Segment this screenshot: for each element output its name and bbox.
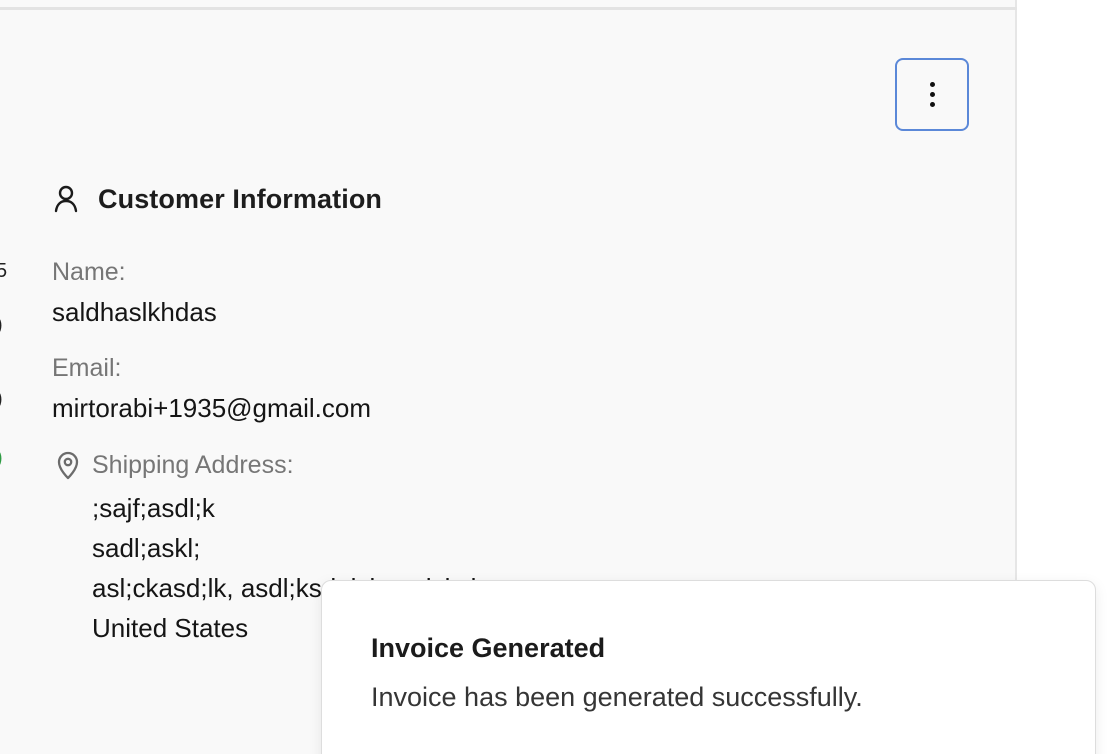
left-edge-partial-content: 5 ) ) ) xyxy=(0,0,8,754)
customer-name: saldhaslkhdas xyxy=(52,297,217,327)
invoice-details-view: 5 ) ) ) Customer Information Name: saldh… xyxy=(0,0,1114,754)
address-line: ;sajf;asdl;k xyxy=(92,493,215,523)
customer-email: mirtorabi+1935@gmail.com xyxy=(52,393,372,423)
dot-icon xyxy=(929,102,935,107)
partial-status-mark: ) xyxy=(0,448,4,468)
top-divider xyxy=(0,7,1017,10)
dot-icon xyxy=(929,92,935,97)
partial-text-mark: ) xyxy=(0,315,4,335)
map-pin-icon xyxy=(54,449,82,481)
address-line: sadl;askl; xyxy=(92,533,201,563)
user-icon xyxy=(52,184,80,214)
email-label: Email: xyxy=(52,354,122,382)
toast-message: Invoice has been generated successfully. xyxy=(371,682,863,712)
invoice-generated-toast: Invoice Generated Invoice has been gener… xyxy=(321,580,1096,754)
dot-icon xyxy=(929,82,935,87)
shipping-address-label: Shipping Address: xyxy=(92,451,294,479)
section-title: Customer Information xyxy=(98,183,383,214)
name-label: Name: xyxy=(52,258,126,286)
partial-text-mark: 5 xyxy=(0,260,8,282)
shipping-address-label-row: Shipping Address: xyxy=(54,448,294,482)
more-options-button[interactable] xyxy=(895,58,969,131)
more-vertical-icon xyxy=(929,82,935,107)
partial-text-mark: ) xyxy=(0,389,4,409)
toast-title: Invoice Generated xyxy=(371,633,606,663)
customer-information-heading: Customer Information xyxy=(52,182,382,216)
